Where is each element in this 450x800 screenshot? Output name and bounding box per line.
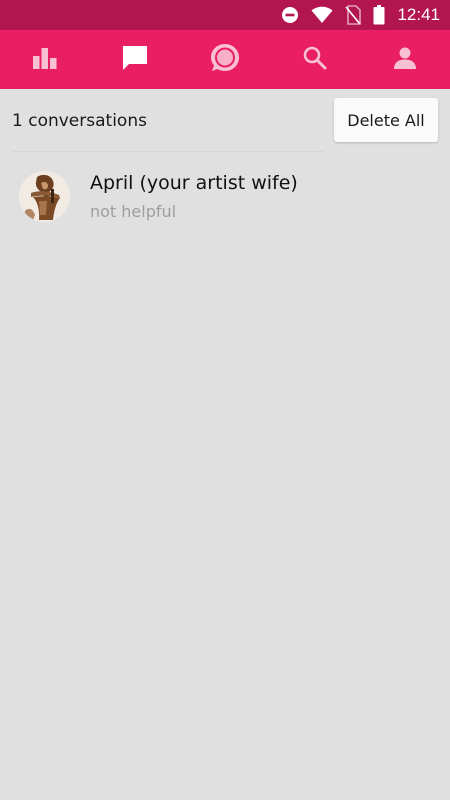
avatar-icon xyxy=(19,171,70,222)
tab-search[interactable] xyxy=(270,30,360,89)
wifi-icon xyxy=(311,6,333,24)
conversation-preview: not helpful xyxy=(90,202,177,221)
conversations-header: 1 conversations Delete All xyxy=(0,89,450,151)
message-icon xyxy=(121,44,149,76)
no-sim-icon xyxy=(345,5,362,25)
battery-icon xyxy=(373,5,385,25)
tab-chat[interactable] xyxy=(180,30,270,89)
divider xyxy=(12,151,324,152)
conversation-name: April (your artist wife) xyxy=(90,172,298,194)
tab-messages[interactable] xyxy=(90,30,180,89)
tab-stats[interactable] xyxy=(0,30,90,89)
do-not-disturb-icon xyxy=(281,6,299,24)
tab-profile[interactable] xyxy=(360,30,450,89)
delete-all-button[interactable]: Delete All xyxy=(334,98,438,142)
top-nav-bar xyxy=(0,30,450,89)
profile-icon xyxy=(393,46,417,74)
chat-bubble-icon xyxy=(209,42,241,78)
conversation-count: 1 conversations xyxy=(12,111,147,131)
bar-chart-icon xyxy=(31,46,59,74)
status-time: 12:41 xyxy=(397,5,440,24)
status-bar: 12:41 xyxy=(0,0,450,30)
conversation-list-item[interactable]: April (your artist wife) not helpful xyxy=(0,160,450,234)
search-icon xyxy=(302,45,328,75)
